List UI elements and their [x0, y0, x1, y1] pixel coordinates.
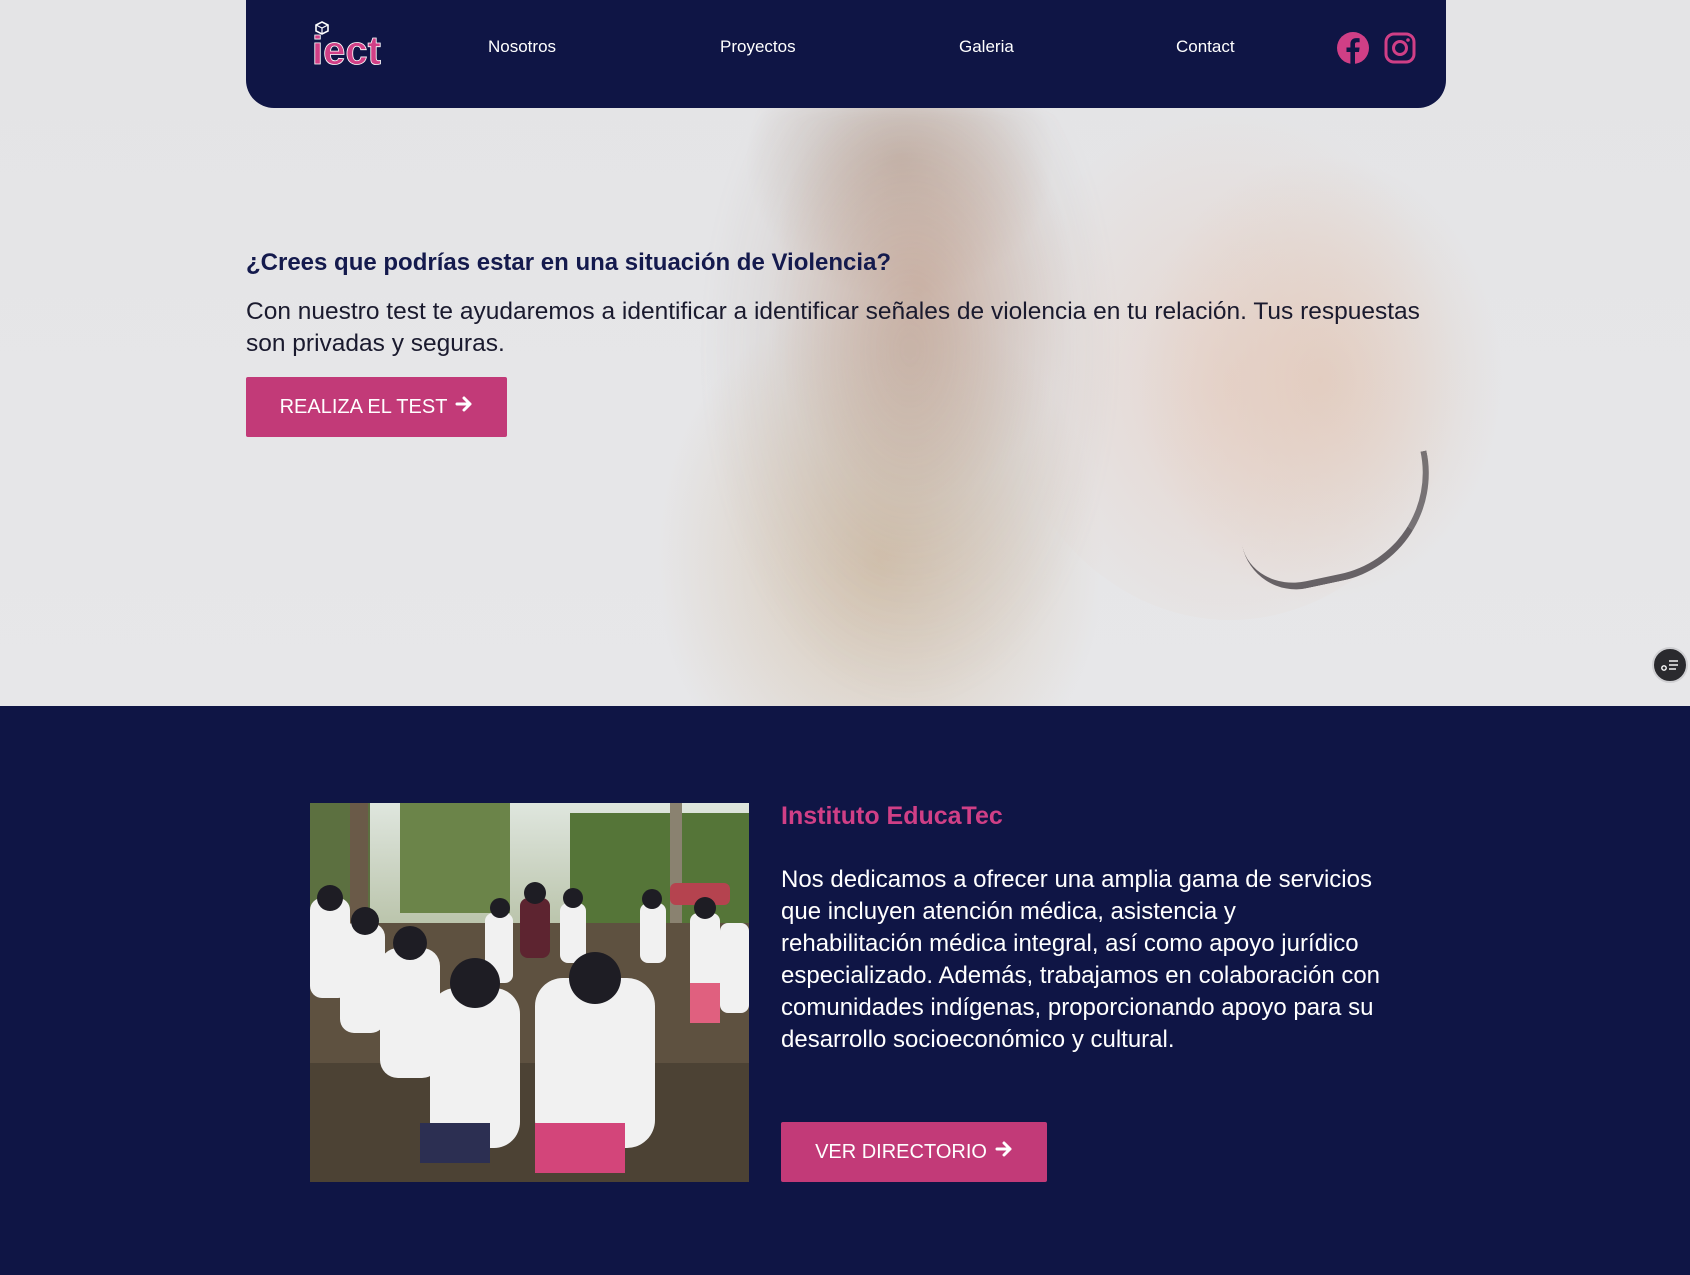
nav-nosotros[interactable]: Nosotros — [488, 37, 556, 57]
logo-text: iect — [312, 29, 381, 68]
arrow-right-icon — [995, 1140, 1013, 1164]
about-description: Nos dedicamos a ofrecer una amplia gama … — [781, 866, 1381, 1053]
view-directory-label: VER DIRECTORIO — [815, 1140, 987, 1163]
about-title: Instituto EducaTec — [781, 802, 1003, 830]
main-navigation: iect Nosotros Proyectos Galeria Contact — [246, 0, 1446, 108]
accessibility-menu-icon[interactable] — [1652, 647, 1688, 683]
nav-contact[interactable]: Contact — [1176, 37, 1235, 57]
nav-galeria[interactable]: Galeria — [959, 37, 1014, 57]
nav-proyectos[interactable]: Proyectos — [720, 37, 796, 57]
view-directory-button[interactable]: VER DIRECTORIO — [781, 1122, 1047, 1182]
arrow-right-icon — [455, 395, 473, 419]
hero-description: Con nuestro test te ayudaremos a identif… — [246, 298, 1420, 357]
facebook-icon[interactable] — [1336, 31, 1370, 65]
take-test-button[interactable]: REALIZA EL TEST — [246, 377, 507, 437]
community-activity-photo — [310, 803, 749, 1182]
hero-question: ¿Crees que podrías estar en una situació… — [246, 249, 892, 276]
take-test-label: REALIZA EL TEST — [279, 395, 448, 418]
iect-logo[interactable]: iect — [310, 20, 390, 73]
instagram-icon[interactable] — [1383, 31, 1417, 65]
